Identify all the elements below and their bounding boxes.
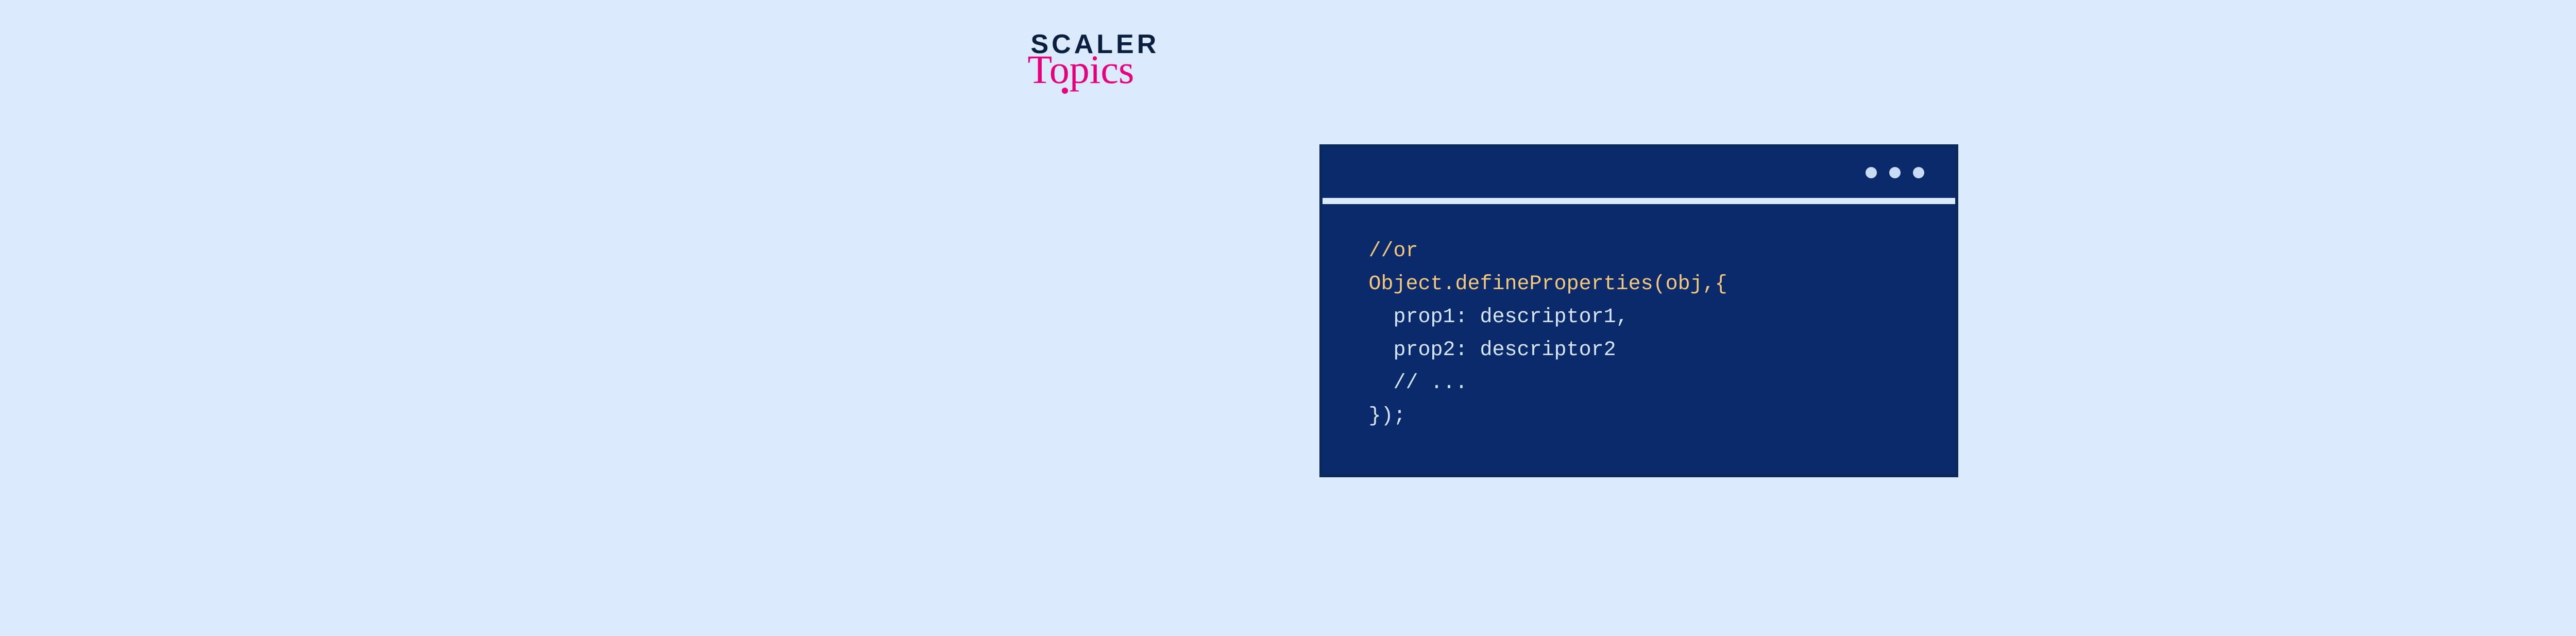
window-dot-icon xyxy=(1913,167,1924,178)
scaler-topics-logo: SCALER Topics xyxy=(1031,31,1160,96)
code-line: Object.defineProperties(obj,{ xyxy=(1369,273,1727,296)
window-dot-icon xyxy=(1889,167,1901,178)
code-line: }); xyxy=(1369,405,1406,428)
code-body: //or Object.defineProperties(obj,{ prop1… xyxy=(1323,204,1955,474)
window-controls xyxy=(1866,167,1924,178)
window-titlebar xyxy=(1323,147,1955,204)
code-line: prop1: descriptor1, xyxy=(1369,306,1629,329)
code-line: // ... xyxy=(1369,372,1468,395)
window-dot-icon xyxy=(1866,167,1877,178)
code-line: //or xyxy=(1369,240,1418,263)
code-window: //or Object.defineProperties(obj,{ prop1… xyxy=(1319,144,1958,477)
content-wrap: SCALER Topics //or Object.defineProperti… xyxy=(979,0,2113,636)
logo-dot-icon xyxy=(1062,88,1068,94)
code-line: prop2: descriptor2 xyxy=(1369,339,1616,362)
